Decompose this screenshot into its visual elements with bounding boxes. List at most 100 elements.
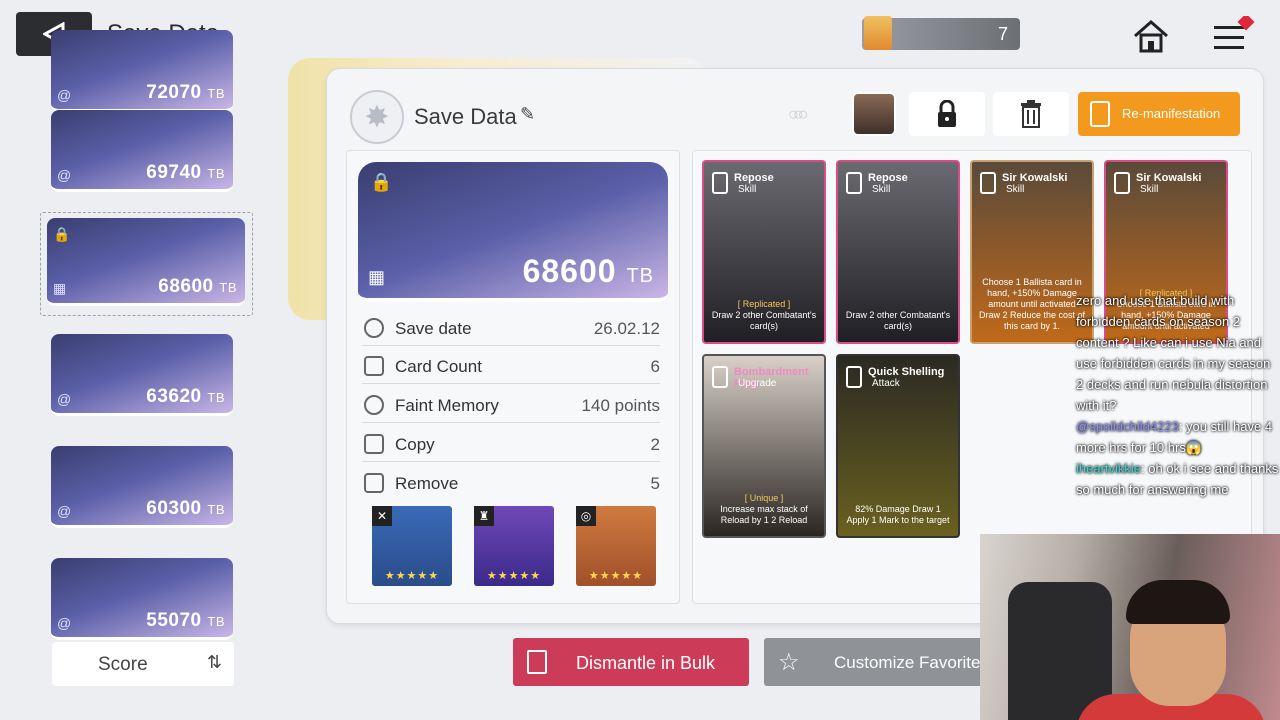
deck-card[interactable]: Repose Skill Draw 2 other Combatant's ca… [836,160,960,344]
card-cost-icon [712,172,728,194]
delete-button[interactable] [993,92,1069,136]
home-button[interactable] [1132,18,1170,54]
menu-button[interactable] [1212,13,1256,56]
stat-key: Card Count [395,357,482,376]
sort-order-icon[interactable]: ⇅ [207,652,222,673]
swirl-icon: @ [57,391,72,407]
save-slot-item[interactable]: @ 63620 TB [51,334,233,416]
card-name: Sir Kowalski [1136,172,1202,184]
card-cost-icon [712,366,728,388]
stat-row-faint-memory: Faint Memory 140 points [362,391,660,423]
chat-message: iheartvikkie: oh ok i see and thanks so … [1076,461,1279,497]
slot-value: 69740 TB [146,162,225,183]
stat-key: Remove [395,474,459,493]
currency-display[interactable]: 7 [862,16,1020,50]
swirl-icon: @ [57,167,72,183]
customize-favorites-button[interactable]: ☆ Customize Favorites [764,638,1004,686]
star-edit-icon: ☆ [778,649,800,676]
home-icon [1134,20,1168,53]
equipment-weapon[interactable]: ✕ ★★★★★ [372,506,452,586]
weapon-slot-icon: ✕ [372,506,392,526]
stat-row-card-count: Card Count 6 [362,352,660,384]
card-type: Skill [1140,184,1159,195]
slot-value: 72070 TB [146,82,225,103]
rings-icon: ○○○ [788,104,808,124]
webcam-overlay [980,534,1280,720]
sort-selector[interactable]: Score ⇅ [52,642,234,686]
equipment-ring[interactable]: ◎ ★★★★★ [576,506,656,586]
equipment-stars: ★★★★★ [384,570,440,582]
lock-button[interactable] [909,92,985,136]
equipment-stars: ★★★★★ [588,570,644,582]
card-type: Upgrade [738,378,777,389]
stream-chat-overlay: zero and use that build with forbidden c… [1076,290,1280,500]
grid-icon: ▦ [368,267,386,287]
edit-name-icon[interactable]: ✎ [520,104,535,125]
save-value: 68600 TB [522,253,654,289]
stat-value: 140 points [581,396,660,415]
stat-key: Faint Memory [395,396,499,415]
trash-icon [1021,100,1041,128]
customize-label: Customize Favorites [834,653,989,672]
dismantle-label: Dismantle in Bulk [576,653,716,673]
card-type: Skill [872,184,891,195]
copy-icon [364,434,384,454]
card-text: [ Replicated ] Draw 2 other Combatant's c… [711,299,817,331]
save-slot-item[interactable]: @ 69740 TB [51,110,233,192]
deck-card[interactable]: Quick Shelling Attack 82% Damage Draw 1 … [836,354,960,538]
card-cost-icon [846,366,862,388]
stat-value: 5 [650,474,660,493]
card-type: Skill [1006,184,1025,195]
slot-value: 60300 TB [146,498,225,519]
stat-row-copy: Copy 2 [362,430,660,462]
card-text: Draw 2 other Combatant's card(s) [845,310,951,331]
card-cost-icon [846,172,862,194]
character-avatar[interactable] [852,92,896,136]
card-name: Quick Shelling [868,366,945,378]
webcam-person-hair [1126,580,1230,624]
card-type: Attack [872,378,900,389]
card-text: [ Unique ] Increase max stack of Reload b… [720,493,808,525]
save-slot-item[interactable]: @ 55070 TB [51,558,233,640]
save-slot-item-selected[interactable]: 🔒 ▦ 68600 TB [47,218,245,306]
card-text: Choose 1 Ballista card in hand, +150% Da… [978,277,1086,331]
save-slot-item[interactable]: @ 72070 TB [51,30,233,112]
remove-card-icon [364,473,384,493]
save-slot-item[interactable]: @ 60300 TB [51,446,233,528]
stat-row-save-date: Save date 26.02.12 [362,314,660,346]
card-type: Skill [738,184,757,195]
padlock-icon [938,100,956,127]
card-name: Repose [734,172,774,184]
ring-slot-icon: ◎ [576,506,596,526]
cards-icon [364,356,384,376]
clock-icon [364,318,384,338]
selected-save-card: 🔒 ▦ 68600 TB [358,162,668,302]
chat-username: iheartvikkie [1076,461,1142,476]
lock-icon: 🔒 [370,172,393,192]
equipment-armor[interactable]: ♜ ★★★★★ [474,506,554,586]
remanifestation-label: Re-manifestation [1122,106,1221,121]
currency-count: 7 [997,24,1008,44]
armor-slot-icon: ♜ [474,506,494,526]
hamburger-menu-icon [1214,13,1255,49]
card-cost-icon [980,172,996,194]
chat-message: zero and use that build with forbidden c… [1076,293,1271,413]
chat-username: @spoildchild4223 [1076,419,1179,434]
deck-card[interactable]: Repose Skill [ Replicated ] Draw 2 other … [702,160,826,344]
dismantle-bulk-button[interactable]: Dismantle in Bulk [513,638,749,686]
stat-key: Copy [395,435,435,454]
swirl-icon: @ [57,615,72,631]
card-name: Sir Kowalski [1002,172,1068,184]
stat-value: 2 [650,435,660,454]
panel-title: Save Data [414,104,517,129]
swirl-icon: @ [57,87,72,103]
slot-value: 68600 TB [158,276,237,297]
stat-row-remove: Remove 5 [362,469,660,501]
remanifestation-button[interactable]: Re-manifestation [1078,92,1240,136]
grid-icon: ▦ [53,280,67,296]
card-plus-icon [1090,101,1110,127]
chat-message: @spoildchild4223: you still have 4 more … [1076,419,1273,455]
star-badge-icon: ✸ [350,90,404,144]
deck-card[interactable]: Bombardment Prep Upgrade [ Unique ] Incre… [702,354,826,538]
lock-icon: 🔒 [53,226,71,242]
